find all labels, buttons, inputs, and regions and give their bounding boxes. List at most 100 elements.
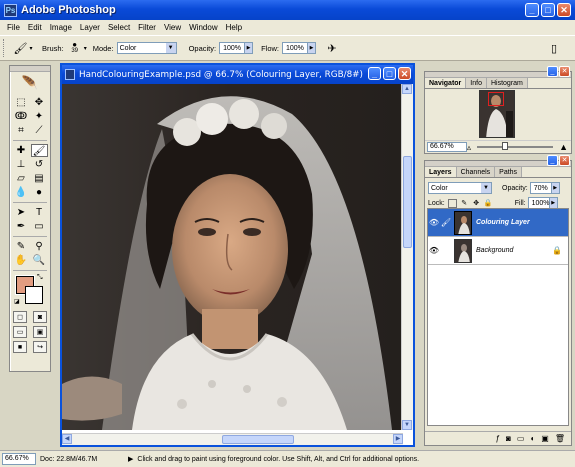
horizontal-scroll-thumb[interactable]: [222, 435, 294, 444]
scroll-right-icon[interactable]: ▶: [393, 434, 403, 444]
menu-image[interactable]: Image: [46, 23, 76, 32]
flow-slider-button[interactable]: ▶: [308, 42, 316, 54]
options-grip[interactable]: [3, 39, 6, 57]
navigator-zoom-slider[interactable]: [477, 142, 554, 150]
horizontal-scrollbar[interactable]: ◀ ▶: [62, 433, 403, 445]
status-zoom-input[interactable]: 66.67%: [2, 453, 36, 465]
tool-preset-picker[interactable]: 🖌 ▾: [10, 39, 36, 57]
standard-mode-icon[interactable]: ◻: [13, 311, 27, 323]
menu-layer[interactable]: Layer: [76, 23, 104, 32]
menu-view[interactable]: View: [160, 23, 185, 32]
layers-grip[interactable]: _ ✕: [425, 155, 571, 167]
menu-file[interactable]: File: [3, 23, 24, 32]
type-tool-icon[interactable]: T: [31, 206, 48, 219]
new-layer-icon[interactable]: ▣: [541, 434, 549, 443]
flow-input[interactable]: 100%: [282, 42, 308, 54]
lock-transparent-icon[interactable]: [447, 198, 457, 208]
status-menu-arrow-icon[interactable]: ▶: [128, 455, 133, 463]
scroll-up-icon[interactable]: ▲: [402, 84, 412, 94]
layer-row-background[interactable]: 👁 Background 🔒: [428, 237, 568, 265]
blur-tool-icon[interactable]: 💧: [13, 186, 30, 199]
adjustment-layer-icon[interactable]: ◐: [530, 434, 535, 443]
pen-tool-icon[interactable]: ✒: [13, 220, 30, 233]
layers-minimize-button[interactable]: _: [547, 155, 558, 166]
opacity-input[interactable]: 100%: [219, 42, 246, 54]
zoom-in-icon[interactable]: ▲: [559, 142, 568, 152]
vertical-scroll-thumb[interactable]: [403, 156, 412, 248]
document-minimize-button[interactable]: _: [368, 67, 381, 80]
lasso-tool-icon[interactable]: ↂ: [13, 110, 30, 123]
tab-histogram[interactable]: Histogram: [486, 78, 528, 88]
minimize-button[interactable]: _: [525, 3, 539, 17]
mode-select[interactable]: Color ▼: [116, 42, 177, 54]
menu-filter[interactable]: Filter: [134, 23, 160, 32]
brush-tool-icon[interactable]: 🖌: [30, 144, 48, 157]
layer-opacity-input[interactable]: 70%: [529, 182, 552, 194]
swap-colors-icon[interactable]: ⤡: [37, 274, 43, 282]
default-colors-icon[interactable]: ◪: [14, 298, 20, 305]
navigator-thumbnail[interactable]: [479, 90, 515, 138]
marquee-tool-icon[interactable]: ⬚: [13, 96, 30, 109]
tab-layers[interactable]: Layers: [425, 167, 457, 177]
palette-well-icon[interactable]: ▯: [547, 40, 561, 56]
tab-info[interactable]: Info: [466, 78, 487, 88]
zoom-out-icon[interactable]: ▵: [467, 143, 471, 152]
eraser-tool-icon[interactable]: ▱: [13, 172, 30, 185]
layer-style-icon[interactable]: ƒ: [496, 434, 500, 443]
menu-edit[interactable]: Edit: [24, 23, 46, 32]
hand-tool-icon[interactable]: ✋: [13, 254, 30, 267]
adobe-online-icon[interactable]: 🪶: [10, 72, 50, 94]
standard-screen-icon[interactable]: ▭: [13, 326, 27, 338]
navigator-zoom-knob[interactable]: [501, 142, 508, 150]
eye-icon[interactable]: 👁: [428, 246, 440, 255]
close-button[interactable]: ✕: [557, 3, 571, 17]
layer-row-colouring[interactable]: 👁 🖌 Colouring Layer: [428, 209, 568, 237]
tab-navigator[interactable]: Navigator: [425, 78, 467, 88]
full-screen-menu-icon[interactable]: ▣: [33, 326, 47, 338]
zoom-tool-icon[interactable]: 🔍: [31, 254, 48, 267]
gradient-tool-icon[interactable]: ▤: [31, 172, 48, 185]
shape-tool-icon[interactable]: ▭: [31, 220, 48, 233]
tab-paths[interactable]: Paths: [495, 167, 523, 177]
vertical-scrollbar[interactable]: ▲ ▼: [401, 84, 413, 430]
navigator-minimize-button[interactable]: _: [547, 66, 558, 77]
scroll-left-icon[interactable]: ◀: [62, 434, 72, 444]
eyedropper-tool-icon[interactable]: ⚲: [31, 240, 48, 253]
document-close-button[interactable]: ✕: [398, 67, 411, 80]
opacity-slider-button[interactable]: ▶: [245, 42, 254, 54]
quick-mask-mode-icon[interactable]: ◙: [33, 311, 47, 323]
path-selection-tool-icon[interactable]: ➤: [13, 206, 30, 219]
slice-tool-icon[interactable]: ⟋: [31, 124, 48, 137]
trash-icon[interactable]: 🗑: [555, 434, 565, 443]
jump-to-imageready-icon[interactable]: ↪: [33, 341, 47, 353]
background-color-swatch[interactable]: [25, 286, 43, 304]
blend-mode-select[interactable]: Color ▼: [428, 182, 492, 194]
navigator-zoom-input[interactable]: 66.67%: [427, 142, 467, 152]
lock-position-icon[interactable]: ✥: [472, 199, 481, 208]
crop-tool-icon[interactable]: ⌗: [13, 124, 30, 137]
navigator-grip[interactable]: _ ✕: [425, 66, 571, 78]
navigator-view-box[interactable]: [488, 92, 504, 106]
maximize-button[interactable]: □: [541, 3, 555, 17]
chevron-down-icon[interactable]: ▾: [84, 45, 87, 52]
move-tool-icon[interactable]: ✥: [31, 96, 48, 109]
tab-channels[interactable]: Channels: [456, 167, 496, 177]
history-brush-tool-icon[interactable]: ↺: [31, 158, 48, 171]
new-set-icon[interactable]: ▭: [517, 434, 525, 443]
navigator-close-button[interactable]: ✕: [559, 66, 570, 77]
full-screen-icon[interactable]: ■: [13, 341, 27, 353]
layers-close-button[interactable]: ✕: [559, 155, 570, 166]
lock-pixels-icon[interactable]: ✎: [460, 199, 469, 208]
image-canvas[interactable]: [62, 84, 403, 430]
airbrush-icon[interactable]: ✈: [324, 40, 340, 56]
add-mask-icon[interactable]: ◙: [506, 434, 511, 443]
magic-wand-tool-icon[interactable]: ✦: [31, 110, 48, 123]
document-title-bar[interactable]: HandColouringExample.psd @ 66.7% (Colour…: [62, 65, 413, 84]
eye-icon[interactable]: 👁: [428, 218, 440, 227]
notes-tool-icon[interactable]: ✎: [13, 240, 30, 253]
lock-all-icon[interactable]: 🔒: [484, 199, 493, 208]
menu-select[interactable]: Select: [104, 23, 134, 32]
document-size[interactable]: Doc: 22.8M/46.7M: [40, 456, 120, 463]
healing-brush-tool-icon[interactable]: ✚: [13, 144, 30, 157]
dodge-tool-icon[interactable]: ●: [31, 186, 48, 199]
